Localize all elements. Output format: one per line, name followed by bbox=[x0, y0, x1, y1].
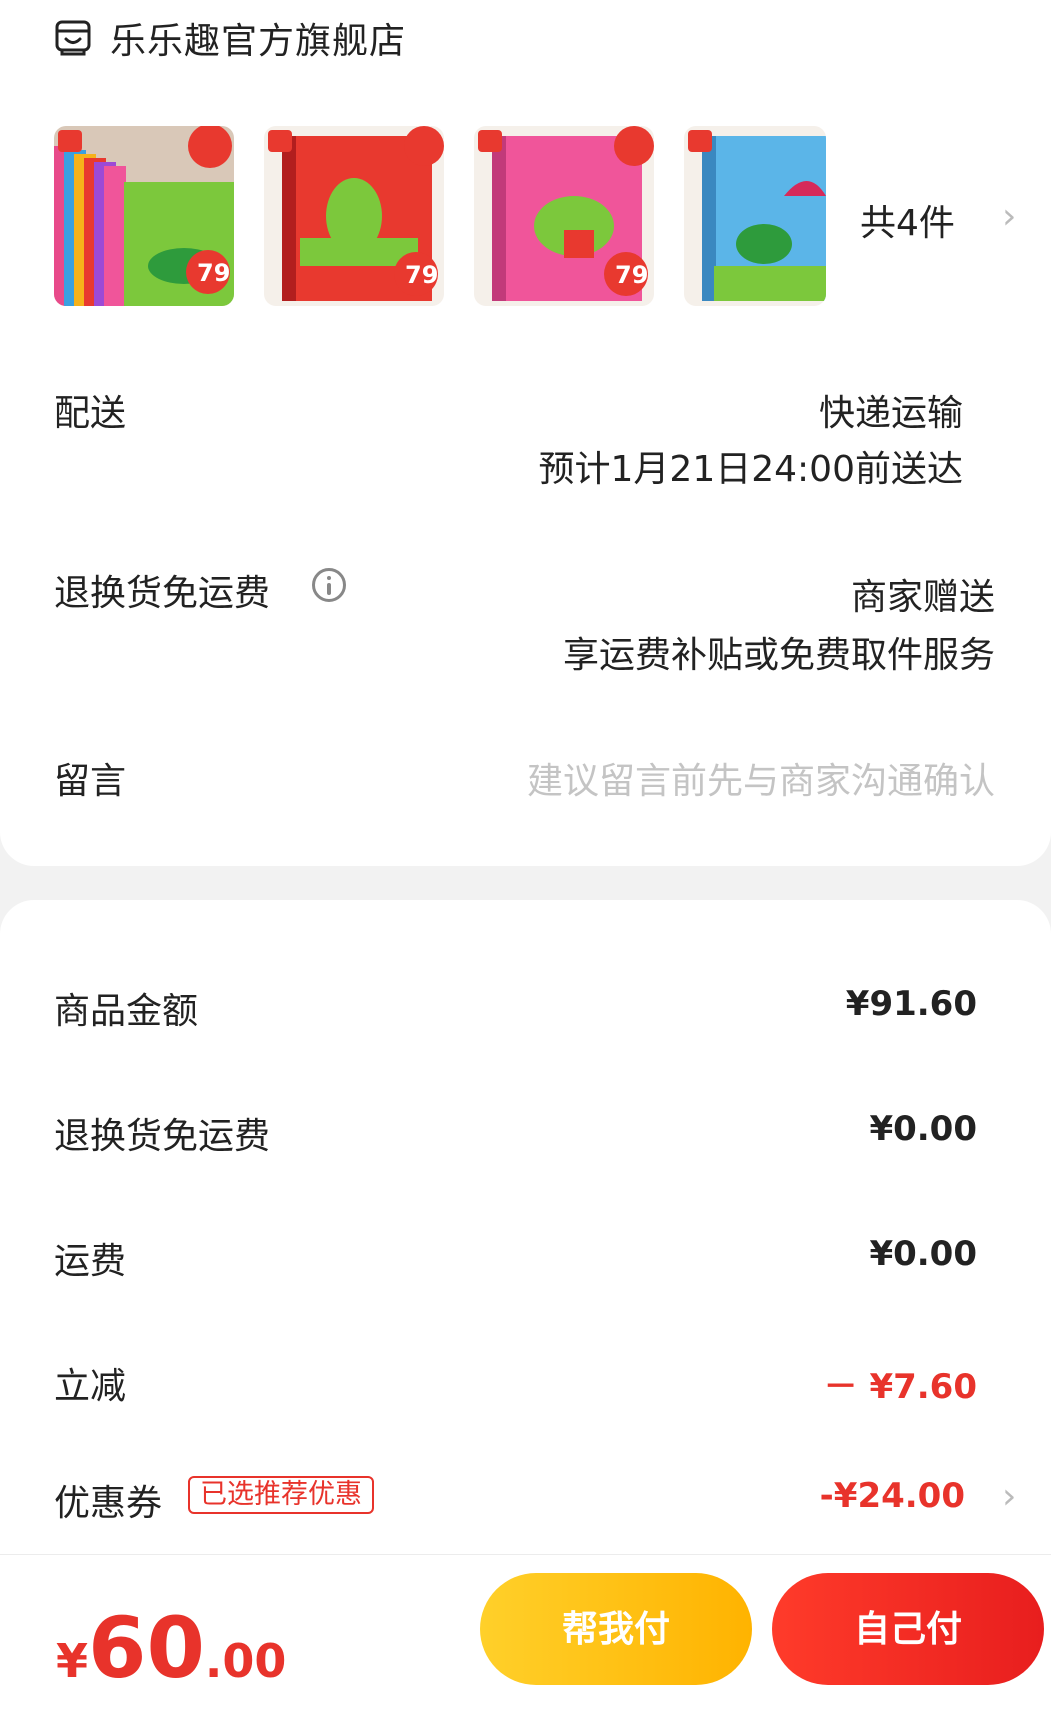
shipping-value: ¥0.00 bbox=[869, 1234, 977, 1274]
discount-label: 立减 bbox=[54, 1366, 127, 1407]
total-yen: ¥ bbox=[56, 1634, 89, 1688]
product-thumb-2[interactable]: 79 bbox=[264, 126, 444, 306]
return-shipping-desc: 享运费补贴或免费取件服务 bbox=[562, 635, 995, 676]
goods-amount-value: ¥91.60 bbox=[845, 984, 977, 1024]
chevron-right-icon[interactable]: › bbox=[1002, 196, 1016, 237]
coupon-value[interactable]: -¥24.00 bbox=[820, 1476, 965, 1516]
return-shipping-value: 商家赠送 bbox=[850, 577, 995, 618]
product-thumb-1[interactable]: 79 bbox=[54, 126, 234, 306]
return-fee-label: 退换货免运费 bbox=[54, 1116, 271, 1157]
message-input[interactable]: 建议留言前先与商家沟通确认 bbox=[527, 752, 995, 804]
goods-amount-label: 商品金额 bbox=[54, 991, 199, 1032]
store-name: 乐乐趣官方旗舰店 bbox=[110, 21, 407, 62]
store-icon bbox=[55, 20, 91, 56]
info-icon[interactable] bbox=[312, 568, 346, 602]
chevron-right-icon[interactable]: › bbox=[1002, 1476, 1016, 1517]
coupon-recommended-tag: 已选推荐优惠 bbox=[188, 1476, 374, 1514]
product-thumb-3[interactable]: 79 bbox=[474, 126, 654, 306]
help-pay-button[interactable]: 帮我付 bbox=[480, 1573, 752, 1685]
product-thumb-4[interactable] bbox=[684, 126, 826, 306]
total-price: ¥60.00 bbox=[56, 1599, 286, 1697]
store-header[interactable]: 乐乐趣官方旗舰店 bbox=[54, 12, 406, 64]
coupon-label: 优惠券 bbox=[54, 1483, 163, 1524]
svg-text:79: 79 bbox=[405, 261, 438, 289]
return-shipping-label: 退换货免运费 bbox=[54, 573, 271, 614]
self-pay-button[interactable]: 自己付 bbox=[772, 1573, 1044, 1685]
delivery-label: 配送 bbox=[54, 393, 127, 434]
shipping-label: 运费 bbox=[54, 1241, 127, 1282]
product-count[interactable]: 共4件 bbox=[860, 194, 955, 246]
total-integer: 60 bbox=[88, 1599, 205, 1697]
total-decimal: .00 bbox=[204, 1634, 287, 1688]
return-fee-value: ¥0.00 bbox=[869, 1109, 977, 1149]
svg-text:79: 79 bbox=[197, 259, 230, 287]
checkout-bar: ¥60.00 帮我付 自己付 bbox=[0, 1554, 1051, 1720]
delivery-eta: 预计1月21日24:00前送达 bbox=[538, 449, 963, 490]
svg-text:79: 79 bbox=[615, 261, 648, 289]
delivery-method[interactable]: 快递运输 bbox=[819, 384, 963, 436]
message-label: 留言 bbox=[54, 761, 127, 802]
discount-value: － ¥7.60 bbox=[823, 1367, 977, 1407]
